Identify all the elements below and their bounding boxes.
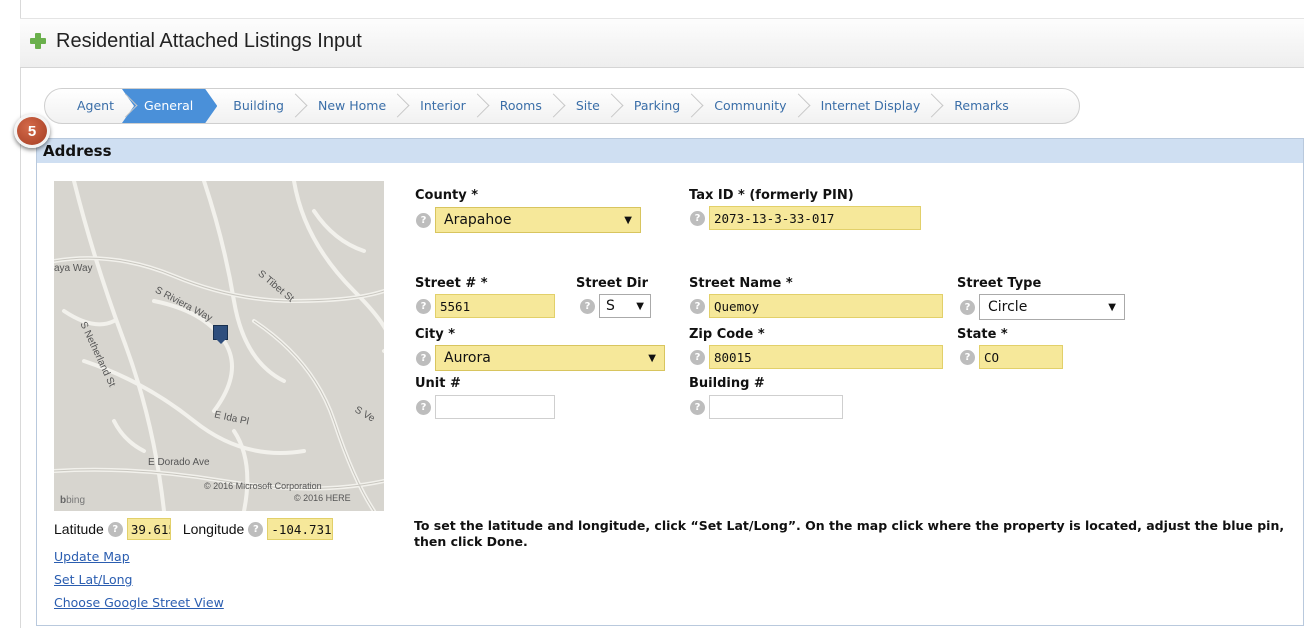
street-name-field[interactable]: Quemoy	[709, 294, 943, 318]
longitude-field[interactable]: -104.731	[267, 518, 334, 540]
help-icon[interactable]: ?	[690, 298, 705, 314]
building-label: Building #	[689, 376, 765, 391]
tax-id-field[interactable]: 2073-13-3-33-017	[709, 206, 921, 230]
help-icon[interactable]: ?	[960, 349, 975, 365]
city-label: City *	[415, 327, 456, 342]
coordinates-row: Latitude ? 39.6153 Longitude ? -104.731	[54, 518, 334, 540]
tab-parking[interactable]: Parking	[616, 89, 696, 123]
map-label-e-dorado-ave: E Dorado Ave	[148, 457, 210, 468]
lat-long-instructions: To set the latitude and longitude, click…	[414, 518, 1285, 549]
tab-bar: Agent General Building New Home Interior…	[44, 88, 1080, 124]
help-icon[interactable]: ?	[416, 350, 431, 366]
street-number-field[interactable]: 5561	[435, 294, 555, 318]
set-lat-long-link[interactable]: Set Lat/Long	[54, 572, 133, 587]
address-map[interactable]: aya Way S Riviera Way S Tibet St S Nethe…	[54, 181, 384, 511]
bing-logo: bbing	[60, 495, 86, 506]
tab-building[interactable]: Building	[215, 89, 300, 123]
page-title: Residential Attached Listings Input	[56, 30, 362, 52]
tab-rooms[interactable]: Rooms	[482, 89, 558, 123]
state-label: State *	[957, 327, 1008, 342]
tab-site[interactable]: Site	[558, 89, 616, 123]
help-icon[interactable]: ?	[690, 210, 705, 226]
tab-remarks[interactable]: Remarks	[936, 89, 1025, 123]
help-icon[interactable]: ?	[580, 298, 595, 314]
street-view-link[interactable]: Choose Google Street View	[54, 595, 224, 610]
county-select[interactable]: Arapahoe ▼	[435, 207, 641, 233]
street-name-label: Street Name *	[689, 276, 793, 291]
zip-code-label: Zip Code *	[689, 327, 765, 342]
longitude-label: Longitude	[182, 521, 245, 537]
help-icon[interactable]: ?	[690, 399, 705, 415]
zip-code-field[interactable]: 80015	[709, 345, 943, 369]
help-icon[interactable]: ?	[107, 521, 123, 537]
help-icon[interactable]: ?	[416, 298, 431, 314]
section-title: Address	[37, 139, 1303, 163]
chevron-down-icon: ▼	[636, 300, 644, 312]
chevron-down-icon: ▼	[648, 352, 656, 364]
street-dir-label: Street Dir	[576, 276, 649, 291]
tab-internet-display[interactable]: Internet Display	[803, 89, 937, 123]
unit-field[interactable]	[435, 395, 555, 419]
chevron-down-icon: ▼	[624, 214, 632, 226]
map-streets	[54, 181, 384, 511]
map-label-aya-way: aya Way	[54, 263, 93, 274]
map-pin-icon[interactable]	[213, 325, 228, 344]
state-field[interactable]: CO	[979, 345, 1063, 369]
street-number-label: Street # *	[415, 276, 488, 291]
street-type-select[interactable]: Circle ▼	[979, 294, 1125, 320]
city-select[interactable]: Aurora ▼	[435, 345, 665, 371]
tab-agent[interactable]: Agent	[59, 89, 130, 123]
street-type-label: Street Type	[957, 276, 1042, 291]
help-icon[interactable]: ?	[690, 349, 705, 365]
tab-interior[interactable]: Interior	[402, 89, 482, 123]
help-icon[interactable]: ?	[248, 521, 264, 537]
step-badge: 5	[14, 114, 50, 148]
street-dir-select[interactable]: S ▼	[599, 294, 651, 318]
county-label: County *	[415, 188, 478, 203]
tax-id-label: Tax ID * (formerly PIN)	[689, 188, 854, 203]
latitude-field[interactable]: 39.6153	[126, 518, 171, 540]
plus-icon[interactable]	[30, 33, 46, 49]
help-icon[interactable]: ?	[416, 212, 431, 228]
unit-label: Unit #	[415, 376, 461, 391]
map-copyright-here: © 2016 HERE	[294, 493, 351, 503]
help-icon[interactable]: ?	[416, 399, 431, 415]
map-copyright-ms: © 2016 Microsoft Corporation	[204, 481, 322, 491]
latitude-label: Latitude	[54, 521, 104, 537]
building-field[interactable]	[709, 395, 843, 419]
tab-community[interactable]: Community	[696, 89, 802, 123]
tab-new-home[interactable]: New Home	[300, 89, 402, 123]
chevron-down-icon: ▼	[1108, 301, 1116, 313]
update-map-link[interactable]: Update Map	[54, 549, 130, 564]
help-icon[interactable]: ?	[960, 299, 975, 315]
